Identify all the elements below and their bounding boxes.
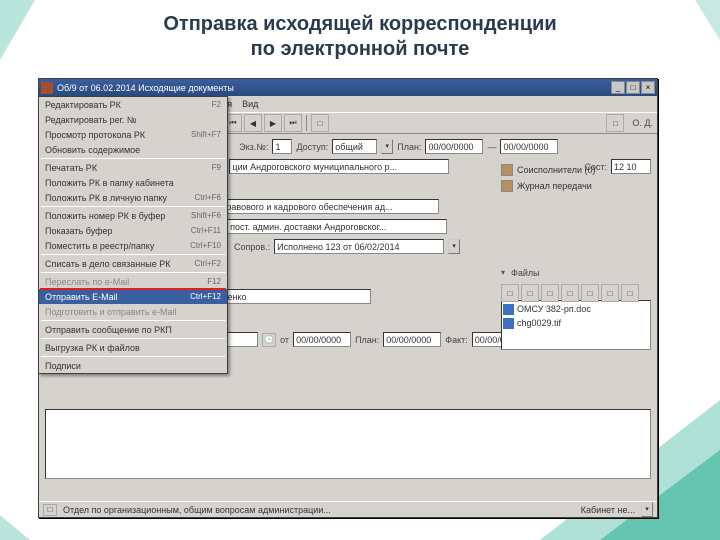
file-tb-icon[interactable]: □ (601, 284, 619, 302)
ekz-label: Экз.№: (239, 142, 268, 152)
chevron-down-icon[interactable]: ▾ (641, 502, 653, 517)
ot-field[interactable]: 00/00/0000 (293, 332, 351, 347)
titlebar: Об/9 от 06.02.2014 Исходящие документы _… (39, 79, 657, 96)
plan-field[interactable]: 00/00/0000 (425, 139, 483, 154)
status-kab: Кабинет не... (581, 505, 635, 515)
file-panel: ▾Файлы □ □ □ □ □ □ □ ОМСУ 382-рп.doc chg… (501, 264, 651, 350)
book-icon (501, 180, 513, 192)
dostup-field[interactable]: общий (332, 139, 377, 154)
menu-item[interactable]: Обновить содержимое (39, 142, 227, 157)
vizy-field[interactable]: пост. админ. доставки Андроговског... (227, 219, 447, 234)
menu-item[interactable]: Списать в дело связанные РКCtrl+F2 (39, 256, 227, 271)
file-tb-icon[interactable]: □ (621, 284, 639, 302)
actions-menu: Редактировать РКF2Редактировать рег. №Пр… (38, 96, 228, 374)
chevron-down-icon[interactable]: ▾ (381, 139, 393, 154)
tif-icon (503, 318, 514, 329)
maximize-button[interactable]: □ (626, 81, 640, 94)
clock-icon[interactable]: 🕓 (262, 333, 276, 347)
status-text: Отдел по организационным, общим вопросам… (63, 505, 331, 515)
sopr-field[interactable]: Исполнено 123 от 06/02/2014 (274, 239, 444, 254)
file-tb-icon[interactable]: □ (501, 284, 519, 302)
minimize-button[interactable]: _ (611, 81, 625, 94)
file-tb-icon[interactable]: □ (541, 284, 559, 302)
file-list: ОМСУ 382-рп.doc chg0029.tif (501, 300, 651, 350)
app-icon (41, 82, 53, 94)
tb-prev-icon[interactable]: ◀ (244, 114, 262, 132)
menu-item[interactable]: Редактировать рег. № (39, 112, 227, 127)
file-row[interactable]: ОМСУ 382-рп.doc (503, 302, 649, 316)
sopr-label: Сопров.: (234, 242, 270, 252)
menu-item[interactable]: Положить РК в личную папкуCtrl+F6 (39, 190, 227, 205)
right-column: Соисполнители (0) Журнал передачи (501, 164, 651, 196)
menu-item[interactable]: Подписи (39, 358, 227, 373)
file-tb-icon[interactable]: □ (521, 284, 539, 302)
window-title: Об/9 от 06.02.2014 Исходящие документы (57, 83, 611, 93)
statusbar: □ Отдел по организационным, общим вопрос… (39, 501, 657, 517)
close-button[interactable]: × (641, 81, 655, 94)
journal-link[interactable]: Журнал передачи (501, 180, 651, 192)
plan-label: План: (397, 142, 421, 152)
menu-item[interactable]: Отправить E-MailCtrl+F12 (39, 289, 227, 304)
menu-item: Переслать по e-MailF12 (39, 274, 227, 289)
menu-item[interactable]: Показать буферCtrl+F11 (39, 223, 227, 238)
file-tb-icon[interactable]: □ (561, 284, 579, 302)
menu-item[interactable]: Отправить сообщение по РКП (39, 322, 227, 337)
slide-title: Отправка исходящей корреспонденции по эл… (0, 0, 720, 70)
doc-icon (503, 304, 514, 315)
tb-last-icon[interactable]: ⏭ (284, 114, 302, 132)
menu-item[interactable]: Просмотр протокола РКShift+F7 (39, 127, 227, 142)
podp-field[interactable]: ции Андроговского муниципального р... (229, 159, 449, 174)
coexec-link[interactable]: Соисполнители (0) (501, 164, 651, 176)
kommu-field[interactable]: правового и кадрового обеспечения ад... (219, 199, 439, 214)
tb-btn-icon[interactable]: □ (606, 114, 624, 132)
tb-next-icon[interactable]: ▶ (264, 114, 282, 132)
chevron-down-icon[interactable]: ▾ (448, 239, 460, 254)
menu-item: Подготовить и отправить e-Mail (39, 304, 227, 319)
tb-btn-icon[interactable]: □ (311, 114, 329, 132)
menu-item[interactable]: Выгрузка РК и файлов (39, 340, 227, 355)
people-icon (501, 164, 513, 176)
menu-item[interactable]: Положить РК в папку кабинета (39, 175, 227, 190)
plan2-field[interactable]: 00/00/0000 (500, 139, 558, 154)
ekz-field[interactable]: 1 (272, 139, 292, 154)
menu-item[interactable]: Редактировать РКF2 (39, 97, 227, 112)
menu-item[interactable]: Печатать РКF9 (39, 160, 227, 175)
status-icon: □ (43, 504, 57, 516)
menu-view[interactable]: Вид (242, 99, 258, 109)
file-row[interactable]: chg0029.tif (503, 316, 649, 330)
text-area[interactable] (45, 409, 651, 479)
highlight-underline (40, 288, 226, 290)
plan3-field[interactable]: 00/00/0000 (383, 332, 441, 347)
menu-item[interactable]: Поместить в реестр/папкуCtrl+F10 (39, 238, 227, 253)
dostup-label: Доступ: (296, 142, 328, 152)
menu-item[interactable]: Положить номер РК в буферShift+F6 (39, 208, 227, 223)
file-tb-icon[interactable]: □ (581, 284, 599, 302)
